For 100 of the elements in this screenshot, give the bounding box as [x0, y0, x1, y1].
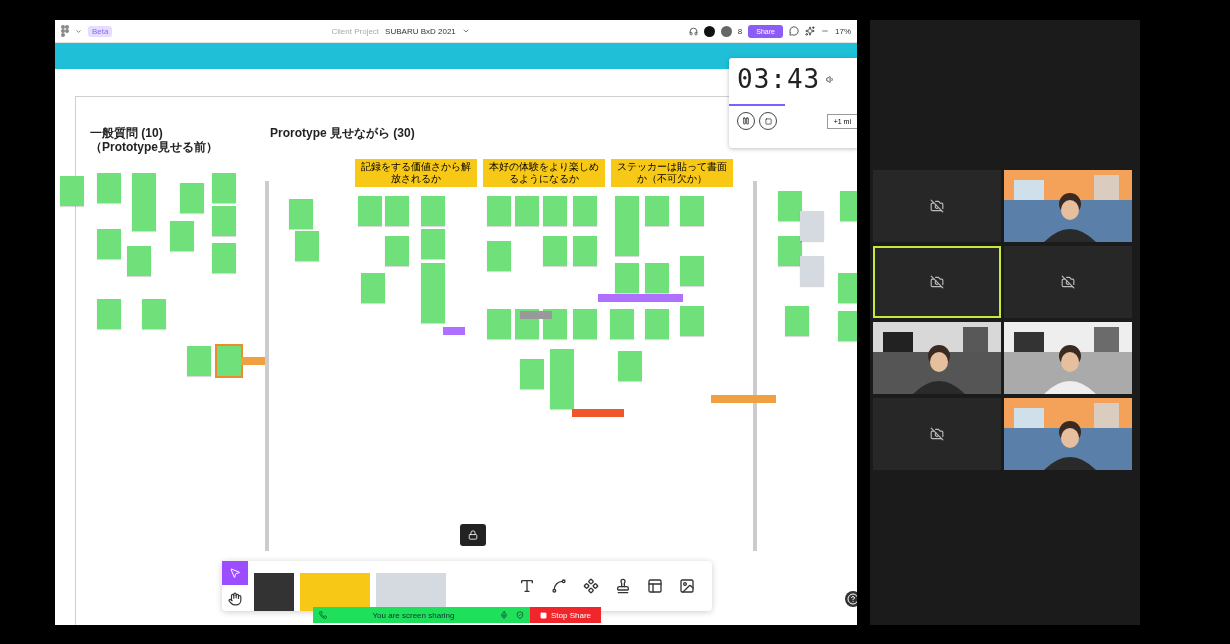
sticky-note — [212, 173, 236, 203]
sticky-note — [645, 263, 669, 293]
sticky-note — [840, 191, 857, 221]
marker-tool-button[interactable] — [254, 573, 294, 611]
section-subheading: （Prototype見せる前） — [90, 140, 218, 154]
sticky-note — [550, 349, 574, 379]
comment-icon[interactable] — [789, 26, 799, 36]
volume-icon[interactable] — [826, 74, 836, 84]
cursor-tag — [572, 409, 624, 417]
section-label: 記録をする価値さから解放されるか — [355, 159, 477, 187]
sticky-note — [778, 191, 802, 221]
sticky-note — [60, 176, 84, 206]
sticky-note — [645, 309, 669, 339]
pointer-icon — [229, 567, 241, 579]
sticky-note — [550, 379, 574, 409]
component-icon — [583, 578, 599, 594]
file-name[interactable]: SUBARU BxD 2021 — [385, 26, 456, 36]
sticky-note — [543, 236, 567, 266]
layout-icon — [647, 578, 663, 594]
sticky-note — [180, 183, 204, 213]
stop-icon — [764, 117, 772, 125]
sticky-note — [212, 243, 236, 273]
sticky-note — [487, 309, 511, 339]
sticky-note — [385, 196, 409, 226]
sticky-note — [487, 196, 511, 226]
caret-icon[interactable] — [75, 27, 82, 35]
sticky-note — [610, 309, 634, 339]
sticky-note — [187, 346, 211, 376]
cursor-tag — [241, 357, 265, 365]
stop-share-button[interactable]: Stop Share — [530, 607, 602, 623]
sticky-note — [170, 221, 194, 251]
avatar[interactable] — [703, 25, 715, 37]
sticky-note — [289, 199, 313, 229]
sticky-note — [421, 229, 445, 259]
sticky-note — [97, 173, 121, 203]
sticky-note — [838, 273, 857, 303]
sticky-note — [838, 311, 857, 341]
camera-off-icon — [930, 199, 944, 213]
sticky-note — [680, 196, 704, 226]
help-button[interactable] — [845, 591, 857, 607]
cursor-tag — [520, 311, 552, 319]
sticky-note — [212, 206, 236, 236]
hand-icon — [228, 592, 242, 606]
curve-icon — [551, 578, 567, 594]
help-icon — [847, 593, 857, 605]
zoom-level[interactable]: 17% — [835, 26, 851, 36]
sticky-note — [132, 173, 156, 203]
camera-off-icon — [930, 427, 944, 441]
logo-icon[interactable] — [61, 25, 69, 37]
camera-off-icon — [1061, 275, 1075, 289]
sticky-note — [421, 263, 445, 293]
lock-icon — [468, 530, 478, 540]
headphones-icon[interactable] — [688, 26, 698, 36]
sticky-note — [97, 299, 121, 329]
sticky-note — [680, 306, 704, 336]
cursor-tag — [443, 327, 465, 335]
sticky-note — [618, 351, 642, 381]
sticky-note — [615, 263, 639, 293]
camera-off-icon — [930, 275, 944, 289]
stop-button[interactable] — [759, 112, 777, 130]
sharing-message: You are screen sharing — [371, 610, 456, 620]
sticky-note — [127, 246, 151, 276]
sticky-note — [487, 241, 511, 271]
sticky-note — [217, 346, 241, 376]
sticky-note — [97, 229, 121, 259]
sticky-note — [573, 236, 597, 266]
sticky-note — [573, 196, 597, 226]
mic-icon[interactable] — [500, 611, 508, 619]
sticky-note — [785, 306, 809, 336]
shield-icon[interactable] — [516, 611, 524, 619]
lock-button[interactable] — [460, 524, 486, 546]
sticky-note — [543, 196, 567, 226]
pause-button[interactable] — [737, 112, 755, 130]
section-label: ステッカーは貼って書面か（不可欠か） — [611, 159, 733, 187]
participants-count[interactable]: 8 — [737, 26, 743, 36]
section-heading: Prorotype 見せながら (30) — [270, 126, 415, 140]
stop-icon — [540, 611, 547, 619]
phone-icon[interactable] — [319, 611, 327, 619]
sticky-note — [385, 236, 409, 266]
sticky-note — [615, 226, 639, 256]
sticky-note — [142, 299, 166, 329]
sticky-note — [515, 196, 539, 226]
sticky-note — [615, 196, 639, 226]
sparkle-icon[interactable] — [805, 26, 815, 36]
section-heading: 一般質問 (10) — [90, 126, 164, 140]
sticky-note — [361, 273, 385, 303]
sticky-note — [358, 196, 382, 226]
sticky-note — [421, 196, 445, 226]
sticky-note — [520, 359, 544, 389]
timer-display: 03:43 — [737, 64, 821, 94]
sticky-note — [778, 236, 802, 266]
sticky-note — [645, 196, 669, 226]
sticky-note — [421, 293, 445, 323]
sticky-note — [573, 309, 597, 339]
sticky-note — [800, 211, 824, 241]
image-icon — [679, 578, 695, 594]
sticky-note — [800, 256, 824, 286]
pause-icon — [742, 117, 750, 125]
sticky-note — [680, 256, 704, 286]
cursor-tag — [711, 395, 776, 403]
